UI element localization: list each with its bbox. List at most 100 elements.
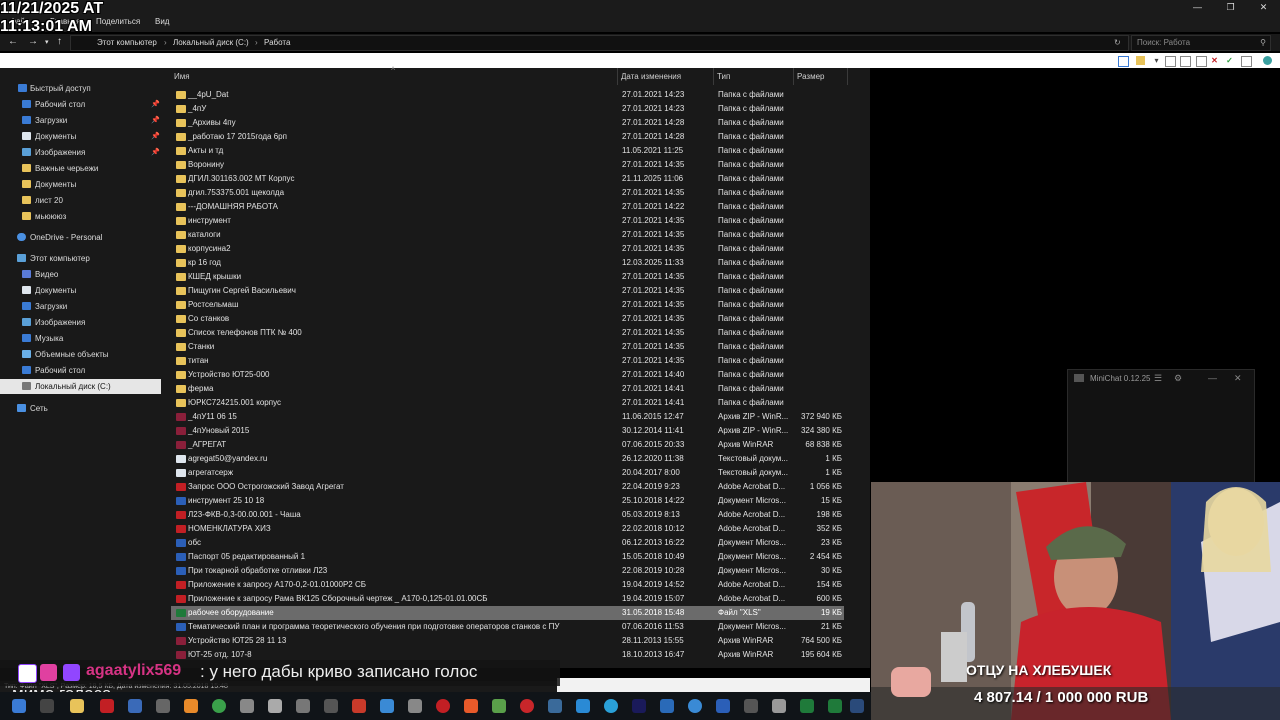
paste-icon[interactable]: [1180, 56, 1191, 67]
nav-network[interactable]: Сеть: [0, 401, 161, 416]
file-row[interactable]: ДГИЛ.301163.002 МТ Корпус 21.11.2025 11:0…: [171, 172, 844, 186]
pin-icon[interactable]: 📌: [151, 97, 160, 112]
refresh-icon[interactable]: ↻: [1114, 36, 1121, 50]
file-row[interactable]: Приложение к запросу Рама ВК125 Сборочны…: [171, 592, 844, 606]
minimize-icon[interactable]: —: [1208, 373, 1217, 383]
file-row[interactable]: _Архивы 4пу 27.01.2021 14:28 Папка с файла…: [171, 116, 844, 130]
breadcrumb-current[interactable]: Работа: [264, 36, 290, 50]
brave-icon[interactable]: [464, 699, 478, 713]
back-arrow-icon[interactable]: ←: [8, 36, 18, 47]
file-row[interactable]: ферма 27.01.2021 14:41 Папка с файлами: [171, 382, 844, 396]
nav-documents[interactable]: Документы: [0, 283, 161, 298]
file-row[interactable]: КШЕД крышки 27.01.2021 14:35 Папка с файла…: [171, 270, 844, 284]
tab-view[interactable]: Вид: [155, 17, 169, 26]
app-icon[interactable]: [324, 699, 338, 713]
file-row[interactable]: Тематический план и программа теоретичес…: [171, 620, 844, 634]
nav-folder[interactable]: лист 20: [0, 193, 161, 208]
file-row[interactable]: Пищугин Сергей Васильевич 27.01.2021 14:3…: [171, 284, 844, 298]
app-icon[interactable]: [744, 699, 758, 713]
file-row[interactable]: Акты и тд 11.05.2021 11:25 Папка с файлами: [171, 144, 844, 158]
horizontal-scrollbar[interactable]: [557, 678, 870, 692]
search-input[interactable]: Поиск: Работа ⚲: [1131, 35, 1271, 51]
edge-icon[interactable]: [688, 699, 702, 713]
nav-onedrive[interactable]: OneDrive - Personal: [0, 230, 161, 245]
file-row[interactable]: _4пУновый 2015 30.12.2014 11:41 Архив ZIP …: [171, 424, 844, 438]
app-icon[interactable]: [772, 699, 786, 713]
rename-icon[interactable]: [1241, 56, 1252, 67]
file-row[interactable]: Приложение к запросу А170-0,2-01.01000Р2…: [171, 578, 844, 592]
folder-icon[interactable]: [1136, 56, 1145, 65]
column-header-date[interactable]: Дата изменения: [621, 72, 681, 81]
nav-documents[interactable]: Документы 📌: [0, 129, 161, 144]
app-icon[interactable]: [660, 699, 674, 713]
file-row[interactable]: __4pU_Dat 27.01.2021 14:23 Папка с файлами: [171, 88, 844, 102]
file-row[interactable]: кр 16 год 12.03.2025 11:33 Папка с файлами: [171, 256, 844, 270]
close-icon[interactable]: ✕: [1234, 373, 1242, 384]
column-divider[interactable]: [617, 68, 618, 85]
opera-icon[interactable]: [436, 699, 450, 713]
app-icon[interactable]: [828, 699, 842, 713]
start-icon[interactable]: [12, 699, 26, 713]
nav-folder[interactable]: мьюююз: [0, 209, 161, 224]
app-icon[interactable]: [520, 699, 534, 713]
app-icon[interactable]: [268, 699, 282, 713]
app-icon[interactable]: [184, 699, 198, 713]
file-row[interactable]: Ростсельмаш 27.01.2021 14:35 Папка с файла…: [171, 298, 844, 312]
excel-icon[interactable]: [800, 699, 814, 713]
premiere-icon[interactable]: [632, 699, 646, 713]
app-icon[interactable]: [408, 699, 422, 713]
app-icon[interactable]: [156, 699, 170, 713]
globe-icon[interactable]: [1263, 56, 1272, 65]
word-icon[interactable]: [716, 699, 730, 713]
cut-icon[interactable]: [1196, 56, 1207, 67]
column-divider[interactable]: [713, 68, 714, 85]
column-header-size[interactable]: Размер: [797, 72, 825, 81]
file-row[interactable]: каталоги 27.01.2021 14:35 Папка с файлами: [171, 228, 844, 242]
file-row[interactable]: agregat50@yandex.ru 26.12.2020 11:38 Текст…: [171, 452, 844, 466]
file-row[interactable]: инструмент 27.01.2021 14:35 Папка с файлам…: [171, 214, 844, 228]
file-row[interactable]: ЮРКС724215.001 корпус 27.01.2021 14:41 Пап…: [171, 396, 844, 410]
file-row[interactable]: ---ДОМАШНЯЯ РАБОТА 27.01.2021 14:22 Папка …: [171, 200, 844, 214]
nav-local-disk[interactable]: Локальный диск (C:): [0, 379, 161, 394]
file-row[interactable]: дгил.753375.001 щеколда 27.01.2021 14:35 П…: [171, 186, 844, 200]
yandex-icon[interactable]: [100, 699, 114, 713]
file-row[interactable]: Устройство ЮТ25-000 27.01.2021 14:40 Папка…: [171, 368, 844, 382]
file-row[interactable]: _4пУ11 06 15 11.06.2015 12:47 Архив ZIP - …: [171, 410, 844, 424]
nav-videos[interactable]: Видео: [0, 267, 161, 282]
app-icon[interactable]: [352, 699, 366, 713]
nav-music[interactable]: Музыка: [0, 331, 161, 346]
chrome-icon[interactable]: [212, 699, 226, 713]
column-divider[interactable]: [847, 68, 848, 85]
file-row[interactable]: титан 27.01.2021 14:35 Папка с файлами: [171, 354, 844, 368]
nav-pictures[interactable]: Изображения 📌: [0, 145, 161, 160]
column-divider[interactable]: [793, 68, 794, 85]
search-icon[interactable]: ⚲: [1260, 36, 1266, 50]
nav-desktop[interactable]: Рабочий стол 📌: [0, 97, 161, 112]
up-arrow-icon[interactable]: ↑: [57, 36, 62, 47]
restore-button[interactable]: ❐: [1214, 0, 1247, 14]
file-row[interactable]: Запрос ООО Острогожский Завод Агрегат 22.…: [171, 480, 844, 494]
delete-icon[interactable]: ✕: [1210, 56, 1219, 65]
file-row[interactable]: корпусина2 27.01.2021 14:35 Папка с файлам…: [171, 242, 844, 256]
file-row[interactable]: обс 06.12.2013 16:22 Документ Micros... 23 …: [171, 536, 844, 550]
gear-icon[interactable]: [296, 699, 310, 713]
close-button[interactable]: ✕: [1247, 0, 1280, 14]
nav-downloads[interactable]: Загрузки 📌: [0, 113, 161, 128]
column-header-name[interactable]: Имя: [174, 72, 190, 81]
nav-desktop[interactable]: Рабочий стол: [0, 363, 161, 378]
app-icon[interactable]: [548, 699, 562, 713]
list-icon[interactable]: ☰: [1154, 373, 1162, 384]
breadcrumb-this-pc[interactable]: Этот компьютер: [97, 36, 157, 50]
gear-icon[interactable]: ⚙: [1174, 373, 1182, 384]
search-icon[interactable]: [40, 699, 54, 713]
app-icon[interactable]: [380, 699, 394, 713]
details-view-icon[interactable]: [1118, 56, 1129, 67]
file-row[interactable]: Со станков 27.01.2021 14:35 Папка с файлам…: [171, 312, 844, 326]
file-row[interactable]: Воронину 27.01.2021 14:35 Папка с файлами: [171, 158, 844, 172]
column-header-type[interactable]: Тип: [717, 72, 730, 81]
nav-folder[interactable]: Документы: [0, 177, 161, 192]
file-row[interactable]: рабочее оборудование 31.05.2018 15:48 Файл…: [171, 606, 844, 620]
copy-icon[interactable]: [1165, 56, 1176, 67]
file-row[interactable]: инструмент 25 10 18 25.10.2018 14:22 Докум…: [171, 494, 844, 508]
app-icon[interactable]: [240, 699, 254, 713]
